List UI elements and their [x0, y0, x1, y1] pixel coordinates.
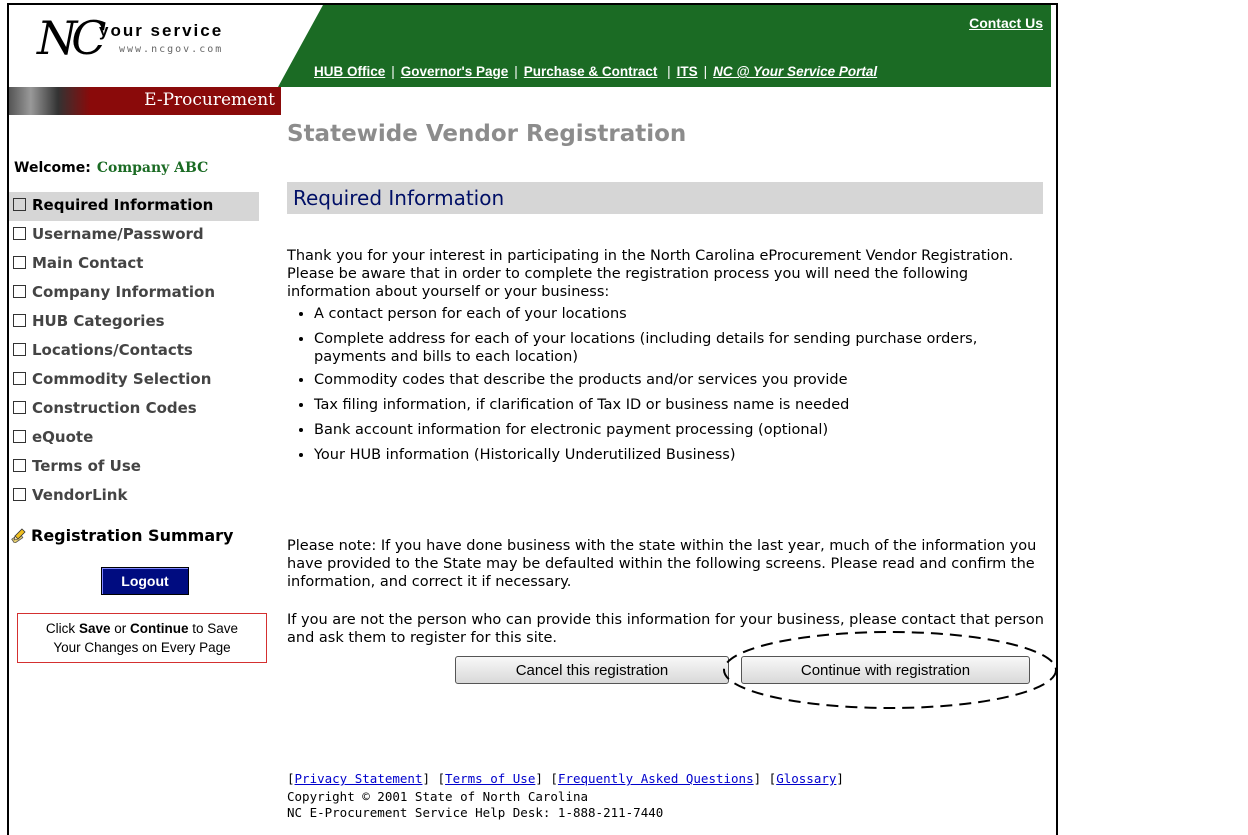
privacy-statement-link[interactable]: Privacy Statement: [295, 771, 423, 786]
checkbox-icon: [13, 227, 26, 240]
logo-url: www.ncgov.com: [119, 44, 224, 55]
not-person-paragraph: If you are not the person who can provid…: [287, 612, 1044, 646]
logo-text: your service: [99, 21, 224, 40]
note-paragraph: Please note: If you have done business w…: [287, 538, 1037, 590]
sidebar-item-label: eQuote: [32, 428, 94, 446]
eprocurement-banner: E-Procurement: [9, 87, 281, 115]
sidebar-item-label: Username/Password: [32, 225, 204, 243]
sidebar-item-label: HUB Categories: [32, 312, 165, 330]
sidebar-item-label: Locations/Contacts: [32, 341, 193, 359]
faq-link[interactable]: Frequently Asked Questions: [558, 771, 754, 786]
sidebar-item-terms-of-use[interactable]: Terms of Use: [9, 453, 259, 482]
section-header: Required Information: [287, 182, 1043, 214]
checkbox-icon: [13, 285, 26, 298]
checkbox-icon: [13, 430, 26, 443]
logo[interactable]: NC your service www.ncgov.com: [9, 5, 278, 87]
welcome-label: Welcome:: [14, 160, 91, 176]
pencil-icon: [11, 528, 26, 543]
sidebar-item-equote[interactable]: eQuote: [9, 424, 259, 453]
nav-separator: |: [663, 64, 671, 79]
save-note-text-2: to Save: [192, 621, 239, 636]
list-item: Commodity codes that describe the produc…: [314, 371, 1054, 389]
footer-links: [Privacy Statement] [Terms of Use] [Freq…: [287, 771, 844, 786]
welcome-line: Welcome: Company ABC: [14, 160, 208, 176]
save-note-save: Save: [78, 621, 111, 636]
checkbox-icon: [13, 401, 26, 414]
checkbox-icon: [13, 256, 26, 269]
sidebar-item-vendorlink[interactable]: VendorLink: [9, 482, 259, 511]
nav-link-governors-page[interactable]: Governor's Page: [401, 64, 509, 79]
sidebar-item-commodity-selection[interactable]: Commodity Selection: [9, 366, 259, 395]
section-title: Required Information: [293, 186, 505, 210]
sidebar-item-locations-contacts[interactable]: Locations/Contacts: [9, 337, 259, 366]
save-note-or: or: [114, 621, 127, 636]
eprocurement-label: E-Procurement: [144, 90, 275, 110]
registration-summary-link[interactable]: Registration Summary: [11, 526, 233, 545]
list-item: A contact person for each of your locati…: [314, 305, 1054, 323]
save-reminder-note: Click Save or Continue to Save Your Chan…: [17, 613, 267, 663]
list-item: Tax filing information, if clarification…: [314, 396, 1054, 414]
list-item: Complete address for each of your locati…: [314, 330, 1054, 366]
company-name: Company ABC: [96, 160, 209, 176]
top-nav-bar: Contact Us HUB Office | Governor's Page | Pu…: [278, 5, 1051, 87]
logo-nc-mark: NC: [37, 11, 106, 65]
top-nav: HUB Office | Governor's Page | Purchase & Co…: [314, 64, 877, 79]
checkbox-icon: [13, 314, 26, 327]
nav-separator: |: [391, 64, 395, 79]
nav-link-purchase-contract[interactable]: Purchase & Contract: [524, 64, 658, 79]
contact-us-link[interactable]: Contact Us: [969, 15, 1043, 31]
list-item: Bank account information for electronic …: [314, 421, 1054, 439]
requirements-list: A contact person for each of your locati…: [300, 305, 1054, 471]
sidebar-item-username-password[interactable]: Username/Password: [9, 221, 259, 250]
sidebar-item-construction-codes[interactable]: Construction Codes: [9, 395, 259, 424]
nav-separator: |: [514, 64, 518, 79]
sidebar-item-label: VendorLink: [32, 486, 128, 504]
logout-button[interactable]: Logout: [101, 567, 189, 595]
checkbox-icon: [13, 459, 26, 472]
save-note-text: Click: [45, 621, 76, 636]
save-note-text-3: Your Changes on Every Page: [53, 640, 231, 655]
copyright-text: Copyright © 2001 State of North Carolina: [287, 789, 589, 804]
checkbox-icon: [13, 372, 26, 385]
page-title: Statewide Vendor Registration: [287, 121, 687, 147]
sidebar-item-label: Terms of Use: [32, 457, 141, 475]
intro-paragraph: Thank you for your interest in participa…: [287, 248, 1014, 300]
checkbox-icon: [13, 343, 26, 356]
nav-link-its[interactable]: ITS: [677, 64, 698, 79]
checkbox-icon: [13, 198, 26, 211]
sidebar-item-label: Company Information: [32, 283, 216, 301]
checkbox-icon: [13, 488, 26, 501]
sidebar-item-required-information[interactable]: Required Information: [9, 192, 259, 221]
sidebar-item-company-information[interactable]: Company Information: [9, 279, 259, 308]
terms-of-use-link[interactable]: Terms of Use: [445, 771, 535, 786]
sidebar-item-label: Commodity Selection: [32, 370, 212, 388]
helpdesk-text: NC E-Procurement Service Help Desk: 1-88…: [287, 805, 664, 820]
sidebar-item-label: Required Information: [32, 196, 214, 214]
glossary-link[interactable]: Glossary: [776, 771, 836, 786]
nav-link-hub-office[interactable]: HUB Office: [314, 64, 385, 79]
sidebar-item-label: Construction Codes: [32, 399, 197, 417]
registration-summary-label: Registration Summary: [31, 526, 234, 545]
cancel-registration-button[interactable]: Cancel this registration: [455, 656, 729, 684]
sidebar-item-hub-categories[interactable]: HUB Categories: [9, 308, 259, 337]
sidebar-item-main-contact[interactable]: Main Contact: [9, 250, 259, 279]
nav-link-nc-portal[interactable]: NC @ Your Service Portal: [713, 64, 877, 79]
save-note-continue: Continue: [130, 621, 189, 636]
nav-separator: |: [703, 64, 708, 79]
continue-registration-button[interactable]: Continue with registration: [741, 656, 1030, 684]
sidebar-nav: Required Information Username/Password M…: [9, 192, 259, 511]
sidebar-item-label: Main Contact: [32, 254, 144, 272]
list-item: Your HUB information (Historically Under…: [314, 446, 1054, 464]
